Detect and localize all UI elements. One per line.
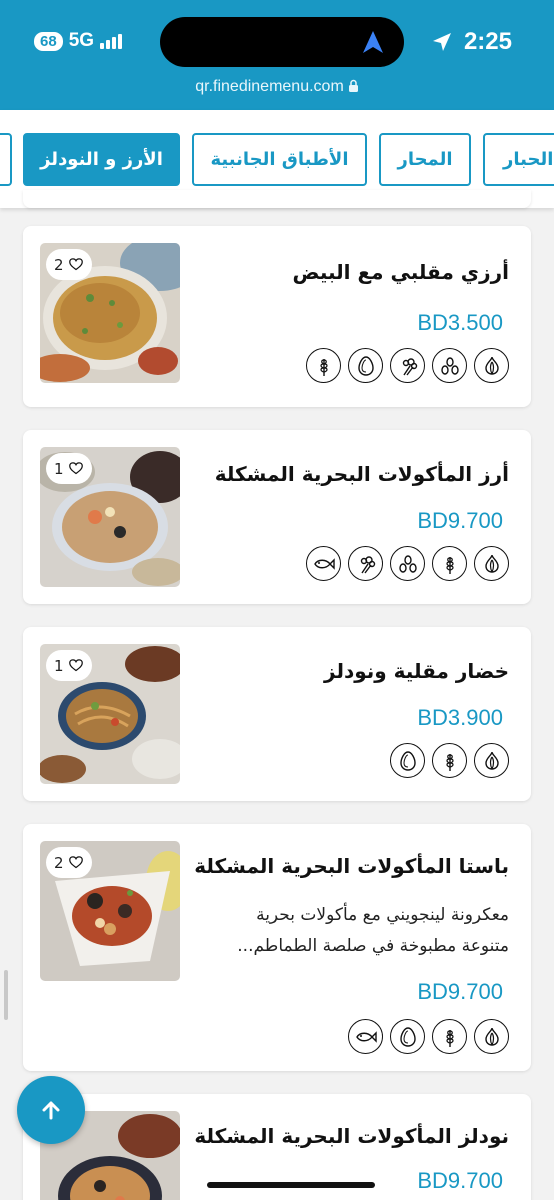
dynamic-island xyxy=(160,17,404,67)
like-count: 1 xyxy=(54,656,64,675)
menu-item-card[interactable]: 1 أرز المأكولات البحرية المشكلة BD9.700 xyxy=(23,430,531,604)
like-count: 2 xyxy=(54,853,64,872)
celery-icon xyxy=(390,348,425,383)
egg-icon xyxy=(390,1019,425,1054)
like-count: 1 xyxy=(54,459,64,478)
menu-item-card[interactable]: 1 خضار مقلية ونودلز BD3.900 xyxy=(23,627,531,801)
seeds-icon xyxy=(432,348,467,383)
garlic-icon xyxy=(474,1019,509,1054)
dish-image: 1 xyxy=(40,447,180,587)
tab-partial[interactable] xyxy=(0,133,12,186)
like-button[interactable]: 2 xyxy=(46,847,92,878)
egg-icon xyxy=(348,348,383,383)
garlic-icon xyxy=(474,348,509,383)
tab-side-dishes[interactable]: الأطباق الجانبية xyxy=(192,133,367,186)
previous-card-edge xyxy=(23,190,531,208)
seeds-icon xyxy=(390,546,425,581)
item-description: معكرونة لينجويني مع مأكولات بحرية متنوعة… xyxy=(237,905,509,956)
egg-icon xyxy=(390,743,425,778)
allergen-list xyxy=(348,1019,509,1054)
heart-icon xyxy=(68,855,84,870)
menu-item-card[interactable]: 2 أرزي مقلبي مع البيض BD3.500 xyxy=(23,226,531,407)
dish-image: 1 xyxy=(40,644,180,784)
network-label: 5G xyxy=(68,30,95,51)
home-indicator[interactable] xyxy=(207,1182,375,1188)
allergen-list xyxy=(306,546,509,581)
allergen-list xyxy=(390,743,509,778)
tab-squid[interactable]: الحبار xyxy=(483,133,554,186)
dish-image: 2 xyxy=(40,243,180,383)
heart-icon xyxy=(68,257,84,272)
heart-icon xyxy=(68,658,84,673)
status-left: 68 5G xyxy=(34,30,123,52)
url-text: qr.finedinemenu.com xyxy=(195,78,344,95)
celery-icon xyxy=(348,546,383,581)
status-bar: 68 5G 2:25 qr.finedinemenu.com xyxy=(0,0,554,110)
signal-icon xyxy=(100,33,123,49)
fish-icon xyxy=(348,1019,383,1054)
wheat-icon xyxy=(432,546,467,581)
wheat-icon xyxy=(306,348,341,383)
wheat-icon xyxy=(432,1019,467,1054)
item-title: خضار مقلية ونودلز xyxy=(324,659,509,683)
item-price: BD9.700 xyxy=(417,1168,503,1193)
like-count: 2 xyxy=(54,255,64,274)
battery-badge: 68 xyxy=(34,31,63,51)
garlic-icon xyxy=(474,546,509,581)
heart-icon xyxy=(68,461,84,476)
item-price: BD9.700 xyxy=(417,508,503,533)
like-button[interactable]: 1 xyxy=(46,650,92,681)
location-icon xyxy=(432,33,451,51)
tab-oysters[interactable]: المحار xyxy=(379,133,471,186)
navigation-arrow-icon xyxy=(363,31,383,53)
dish-image: 2 xyxy=(40,841,180,981)
tab-rice-noodles[interactable]: الأرز و النودلز xyxy=(23,133,180,186)
item-price: BD9.700 xyxy=(417,979,503,1004)
item-title: أرز المأكولات البحرية المشكلة xyxy=(214,462,509,486)
allergen-list xyxy=(306,348,509,383)
address-bar[interactable]: qr.finedinemenu.com xyxy=(0,78,554,96)
item-title: أرزي مقلبي مع البيض xyxy=(292,260,509,284)
like-button[interactable]: 2 xyxy=(46,249,92,280)
fish-icon xyxy=(306,546,341,581)
item-price: BD3.900 xyxy=(417,705,503,730)
item-title: باستا المأكولات البحرية المشكلة xyxy=(194,854,509,878)
wheat-icon xyxy=(432,743,467,778)
scroll-indicator xyxy=(4,970,8,1020)
garlic-icon xyxy=(474,743,509,778)
lock-icon xyxy=(348,79,358,92)
arrow-up-icon xyxy=(42,1101,60,1120)
clock: 2:25 xyxy=(463,28,512,55)
scroll-to-top-button[interactable] xyxy=(17,1076,85,1144)
item-price: BD3.500 xyxy=(417,310,503,335)
status-right: 2:25 xyxy=(432,28,512,56)
menu-item-card[interactable]: 2 باستا المأكولات البحرية المشكلة معكرون… xyxy=(23,824,531,1071)
like-button[interactable]: 1 xyxy=(46,453,92,484)
item-title: نودلز المأكولات البحرية المشكلة xyxy=(194,1124,509,1148)
